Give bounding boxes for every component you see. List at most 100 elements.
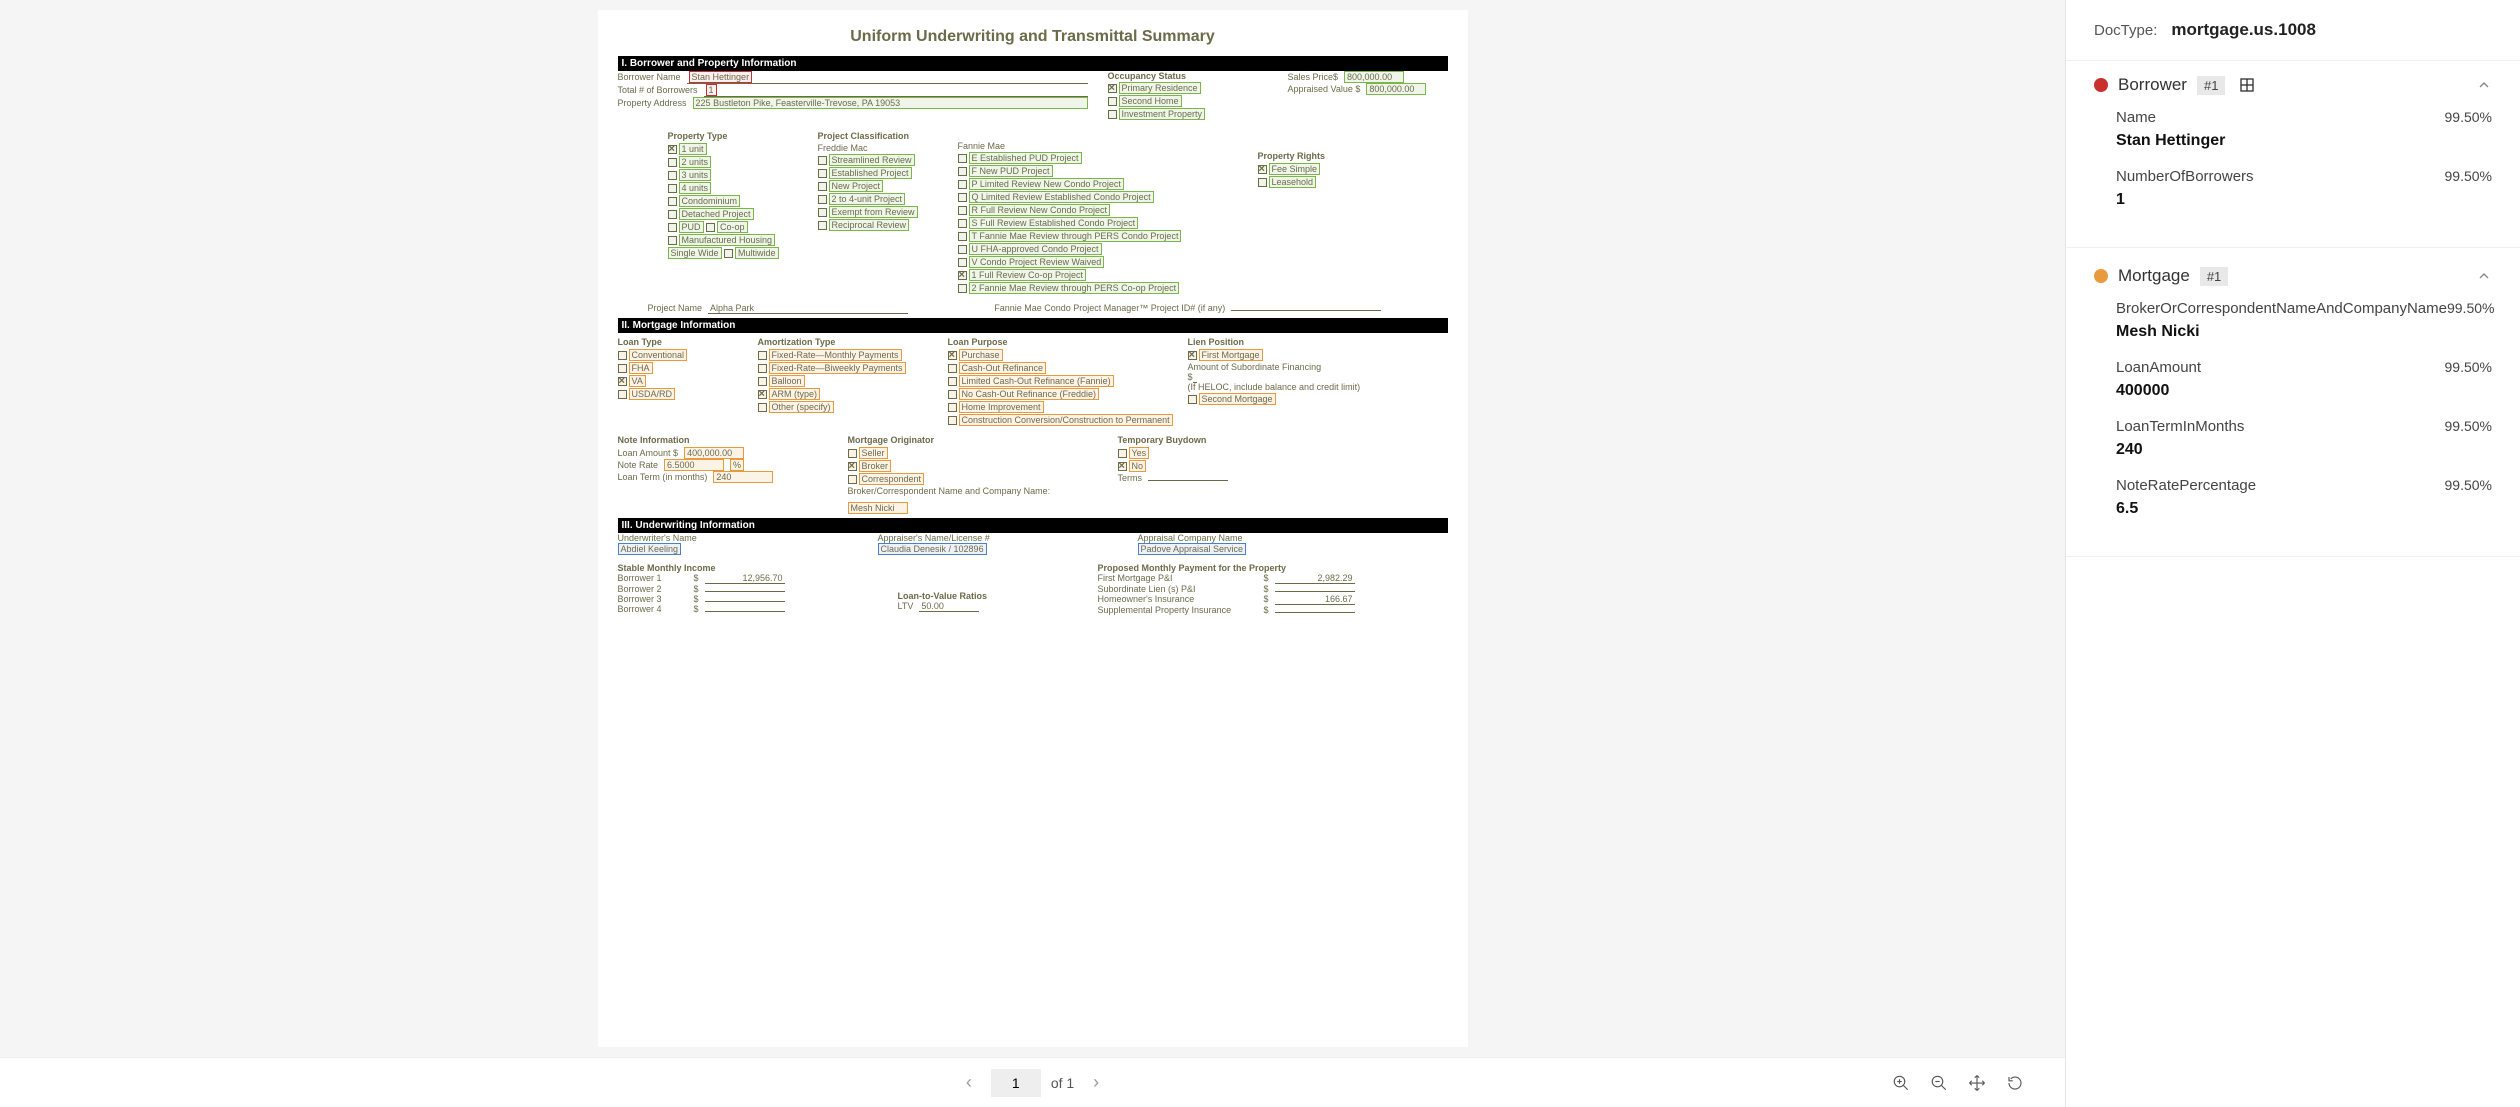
entity-body: Name 99.50% Stan Hettinger NumberOfBorrower…: [2066, 109, 2520, 243]
entity-badge: #1: [2200, 267, 2228, 286]
next-page-button[interactable]: ›: [1084, 1071, 1108, 1095]
am-biweekly: Fixed-Rate—Biweekly Payments: [769, 362, 906, 374]
fn-r: R Full Review New Condo Project: [969, 204, 1111, 216]
borrower2-label: Borrower 2: [618, 584, 688, 594]
underwriter-label: Underwriter's Name: [618, 533, 858, 543]
pt-2units: 2 units: [679, 156, 712, 168]
homeowners-amount: 166.67: [1275, 594, 1355, 605]
heloc-note: (If HELOC, include balance and credit li…: [1188, 382, 1368, 392]
doctype-label: DocType:: [2094, 22, 2157, 39]
fm-exempt: Exempt from Review: [829, 206, 918, 218]
field-block[interactable]: LoanTermInMonths99.50%240: [2116, 418, 2492, 459]
fannie-pm-label: Fannie Mae Condo Project Manager™ Projec…: [994, 303, 1225, 313]
occ-primary: Primary Residence: [1119, 82, 1201, 94]
field-name: NumberOfBorrowers: [2116, 168, 2254, 185]
fn-1: 1 Full Review Co-op Project: [969, 269, 1087, 281]
fm-established: Established Project: [829, 167, 912, 179]
lp-home: Home Improvement: [959, 401, 1044, 413]
am-arm: ARM (type): [769, 388, 821, 400]
entity-header-borrower[interactable]: Borrower#1: [2066, 61, 2520, 109]
pan-icon[interactable]: [1967, 1073, 1987, 1093]
fn-u: U FHA-approved Condo Project: [969, 243, 1102, 255]
entity-header-mortgage[interactable]: Mortgage#1: [2066, 252, 2520, 300]
lt-conv: Conventional: [629, 349, 688, 361]
lt-va: VA: [629, 375, 646, 387]
zoom-out-icon[interactable]: [1929, 1073, 1949, 1093]
pt-3units: 3 units: [679, 169, 712, 181]
lp-nocash: No Cash-Out Refinance (Freddie): [959, 388, 1100, 400]
sub-lien-label: Subordinate Lien (s) P&I: [1098, 584, 1258, 594]
property-address-label: Property Address: [618, 98, 687, 108]
table-icon: [2239, 77, 2255, 93]
field-confidence: 99.50%: [2445, 109, 2492, 125]
page-total-label: of 1: [1051, 1075, 1074, 1091]
field-name: NoteRatePercentage: [2116, 477, 2256, 494]
stable-income-label: Stable Monthly Income: [618, 563, 878, 573]
ltv-text: LTV: [898, 601, 914, 611]
total-borrowers-value: 1: [706, 84, 717, 96]
pr-fee: Fee Simple: [1269, 163, 1321, 175]
lien-first: First Mortgage: [1199, 349, 1263, 361]
fm-streamlined: Streamlined Review: [829, 154, 915, 166]
pr-lease: Leasehold: [1269, 176, 1317, 188]
field-block[interactable]: BrokerOrCorrespondentNameAndCompanyName9…: [2116, 300, 2492, 341]
note-info-label: Note Information: [618, 435, 828, 445]
field-confidence: 99.50%: [2445, 477, 2492, 493]
document-title: Uniform Underwriting and Transmittal Sum…: [618, 28, 1448, 46]
borrower4-label: Borrower 4: [618, 604, 688, 614]
fn-t: T Fannie Mae Review through PERS Condo P…: [969, 230, 1182, 242]
field-block[interactable]: NumberOfBorrowers99.50%1: [2116, 168, 2492, 209]
note-rate-label: Note Rate: [618, 460, 659, 470]
field-block[interactable]: LoanAmount99.50%400000: [2116, 359, 2492, 400]
zoom-in-icon[interactable]: [1891, 1073, 1911, 1093]
pt-coop: Co-op: [717, 221, 748, 233]
property-address-value: 225 Bustleton Pike, Feasterville-Trevose…: [693, 97, 1088, 109]
appraised-label: Appraised Value $: [1288, 84, 1361, 94]
borrower-name-label: Borrower Name: [618, 72, 681, 82]
appraiser-label: Appraiser's Name/License #: [878, 533, 1118, 543]
first-pi-label: First Mortgage P&I: [1098, 573, 1258, 583]
broker-company-label: Broker/Correspondent Name and Company Na…: [848, 486, 1098, 496]
field-value: Stan Hettinger: [2116, 132, 2492, 150]
first-pi-amount: 2,982.29: [1275, 573, 1355, 584]
borrower-name-value: Stan Hettinger: [689, 71, 753, 83]
doctype-row: DocType: mortgage.us.1008: [2066, 0, 2520, 61]
terms-label: Terms: [1118, 473, 1143, 483]
appraised-value: 800,000.00: [1366, 83, 1426, 95]
mo-seller: Seller: [859, 447, 888, 459]
note-rate-value: 6.5000: [664, 459, 724, 471]
loan-purpose-label: Loan Purpose: [948, 337, 1168, 347]
entity-badge: #1: [2197, 76, 2225, 95]
ltv-label: Loan-to-Value Ratios: [898, 591, 1078, 601]
field-name: BrokerOrCorrespondentNameAndCompanyName: [2116, 300, 2447, 317]
rotate-icon[interactable]: [2005, 1073, 2025, 1093]
field-name: Name: [2116, 109, 2156, 126]
mortgage-orig-label: Mortgage Originator: [848, 435, 1098, 445]
field-value: 240: [2116, 441, 2492, 459]
fm-2to4: 2 to 4-unit Project: [829, 193, 906, 205]
toolbar: ‹ of 1 ›: [0, 1057, 2065, 1107]
freddie-label: Freddie Mac: [818, 143, 938, 153]
pt-multi: Multiwide: [735, 247, 779, 259]
appraiser-value: Claudia Denesik / 102896: [878, 543, 987, 555]
chevron-up-icon[interactable]: [2476, 268, 2492, 284]
field-confidence: 99.50%: [2445, 168, 2492, 184]
supp-label: Supplemental Property Insurance: [1098, 605, 1258, 615]
total-borrowers-label: Total # of Borrowers: [618, 85, 698, 95]
subordinate-label: Amount of Subordinate Financing: [1188, 362, 1368, 372]
page-number-input[interactable]: [991, 1069, 1041, 1097]
doctype-value: mortgage.us.1008: [2171, 20, 2316, 40]
prev-page-button[interactable]: ‹: [957, 1071, 981, 1095]
document-scroll-area[interactable]: Uniform Underwriting and Transmittal Sum…: [0, 0, 2065, 1057]
field-block[interactable]: NoteRatePercentage99.50%6.5: [2116, 477, 2492, 518]
extraction-sidebar: DocType: mortgage.us.1008 Borrower#1Name…: [2065, 0, 2520, 1107]
lp-purchase: Purchase: [959, 349, 1003, 361]
b1-amount: 12,956.70: [705, 573, 785, 584]
section3-header: III. Underwriting Information: [618, 518, 1448, 533]
property-rights-label: Property Rights: [1258, 151, 1378, 161]
chevron-up-icon[interactable]: [2476, 77, 2492, 93]
homeowners-label: Homeowner's Insurance: [1098, 594, 1258, 604]
broker-company-value: Mesh Nicki: [848, 502, 908, 514]
field-block[interactable]: Name 99.50% Stan Hettinger: [2116, 109, 2492, 150]
project-name-label: Project Name: [648, 303, 703, 313]
